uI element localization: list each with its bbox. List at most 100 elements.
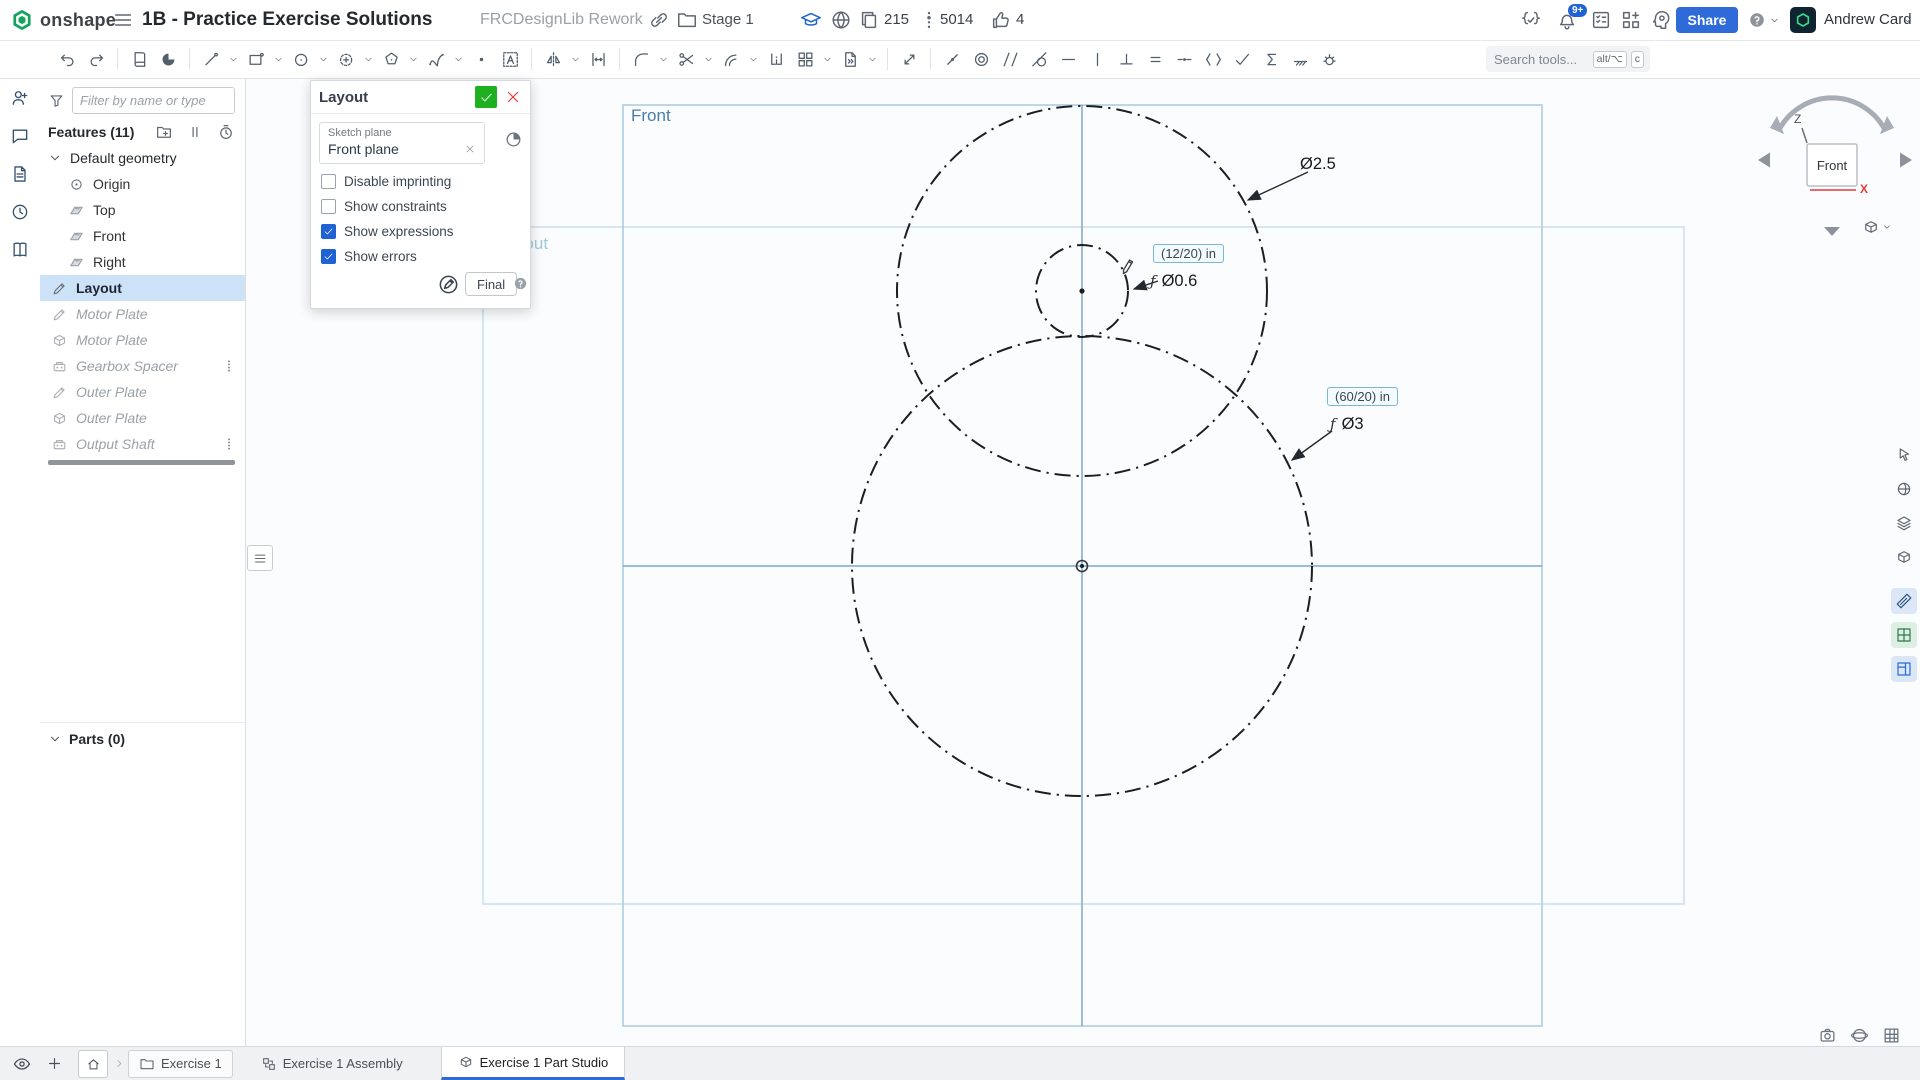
help-caret-icon[interactable] (1769, 15, 1780, 26)
sketch-plane-field[interactable]: Sketch plane Front plane (319, 122, 485, 164)
parts-chevron-icon[interactable] (48, 732, 62, 746)
likes-icon[interactable] (990, 9, 1012, 31)
view-cube[interactable]: Front Z X (1750, 86, 1920, 246)
commit-button[interactable] (475, 86, 497, 108)
history-button[interactable] (8, 200, 32, 224)
checkbox-show-errors[interactable]: Show errors (321, 249, 522, 264)
selection-pie-icon[interactable] (504, 130, 523, 149)
orbit-mode-button[interactable] (1850, 1026, 1869, 1045)
perpendicular-constraint[interactable] (1113, 45, 1139, 73)
apps-icon[interactable] (1620, 9, 1642, 31)
text-tool[interactable] (497, 45, 523, 73)
new-tab-button[interactable] (46, 1055, 63, 1072)
final-button[interactable]: Final (465, 272, 517, 296)
tool-search-input[interactable] (1492, 51, 1589, 68)
line-tool[interactable] (198, 45, 224, 73)
avatar[interactable] (1790, 7, 1816, 33)
feature-item-motor-plate[interactable]: Motor Plate (40, 301, 245, 327)
dimension-top-circle[interactable]: Ø2.5 (1300, 155, 1336, 174)
share-button[interactable]: Share (1676, 7, 1738, 33)
checkbox-box[interactable] (321, 249, 336, 264)
sketch-dialog-button[interactable] (126, 45, 152, 73)
dimension-tool[interactable] (585, 45, 611, 73)
feature-item-origin[interactable]: Origin (40, 171, 245, 197)
chevron-down-icon[interactable] (822, 54, 833, 65)
feature-item-outer-plate[interactable]: Outer Plate (40, 405, 245, 431)
onshape-wordmark[interactable]: onshape (40, 0, 116, 40)
chevron-down-icon[interactable] (748, 54, 759, 65)
display-states-button[interactable] (1891, 510, 1917, 536)
regeneration-time-icon[interactable] (217, 123, 235, 141)
onshape-logo-icon[interactable] (11, 9, 33, 31)
measure-panel-button[interactable] (1891, 588, 1917, 614)
checkbox-show-expressions[interactable]: Show expressions (321, 224, 522, 239)
assistant-icon[interactable] (1650, 9, 1672, 31)
public-icon[interactable] (830, 9, 852, 31)
symmetric-constraint[interactable] (1200, 45, 1226, 73)
views-icon[interactable] (918, 9, 940, 31)
chevron-down-icon[interactable] (363, 54, 374, 65)
feature-item-front[interactable]: Front (40, 223, 245, 249)
sketch-region-button[interactable] (155, 45, 181, 73)
chevron-down-icon[interactable] (273, 54, 284, 65)
snapshot-button[interactable] (1818, 1026, 1837, 1045)
tab-exercise-1-assembly[interactable]: Exercise 1 Assembly (247, 1047, 417, 1080)
fillet-tool[interactable] (628, 45, 654, 73)
polygon-tool[interactable] (378, 45, 404, 73)
stage-folder-icon[interactable] (676, 9, 698, 31)
cancel-button[interactable] (504, 88, 522, 106)
expression-small-circle[interactable]: (12/20) in (1153, 244, 1224, 263)
transform-tool[interactable] (896, 45, 922, 73)
feature-item-output-shaft[interactable]: Output Shaft (40, 431, 245, 457)
tasks-icon[interactable] (1590, 9, 1612, 31)
import-dxf-tool[interactable] (837, 45, 863, 73)
parallel-constraint[interactable] (997, 45, 1023, 73)
feature-item-gearbox-spacer[interactable]: Gearbox Spacer (40, 353, 245, 379)
circle-tool[interactable] (288, 45, 314, 73)
named-views-button[interactable] (1891, 544, 1917, 570)
circle-center-point[interactable] (1079, 288, 1084, 293)
checkbox-box[interactable] (321, 199, 336, 214)
copies-icon[interactable] (858, 9, 880, 31)
chevron-down-icon[interactable] (228, 54, 239, 65)
redo-button[interactable] (83, 45, 109, 73)
view-cube-front-face[interactable]: Front (1807, 144, 1857, 186)
equal-constraint[interactable] (1142, 45, 1168, 73)
pattern-tool[interactable] (792, 45, 818, 73)
concentric-constraint[interactable] (968, 45, 994, 73)
pierce-constraint[interactable] (1316, 45, 1342, 73)
chevron-down-icon[interactable] (658, 54, 669, 65)
chevron-down-icon[interactable] (408, 54, 419, 65)
vertical-constraint[interactable] (1084, 45, 1110, 73)
offset-tool[interactable] (718, 45, 744, 73)
share-users-button[interactable] (8, 86, 32, 110)
filter-icon[interactable] (48, 92, 65, 109)
expression-bottom-circle[interactable]: (60/20) in (1327, 387, 1398, 406)
fix-constraint[interactable] (1287, 45, 1313, 73)
checkbox-box[interactable] (321, 174, 336, 189)
feature-item-default-geometry[interactable]: Default geometry (40, 145, 245, 171)
section-view-button[interactable] (1891, 476, 1917, 502)
stage-label[interactable]: Stage 1 (702, 0, 754, 40)
point-tool[interactable] (468, 45, 494, 73)
feature-item-motor-plate[interactable]: Motor Plate (40, 327, 245, 353)
trim-tool[interactable] (673, 45, 699, 73)
main-menu-icon[interactable] (112, 9, 134, 31)
feature-filter-input[interactable] (72, 87, 235, 114)
tool-search[interactable]: alt/⌥ c (1486, 46, 1650, 72)
checkbox-box[interactable] (321, 224, 336, 239)
coincident-constraint[interactable] (939, 45, 965, 73)
dimension-small-circle[interactable]: ƒ Ø0.6 (1150, 272, 1197, 291)
rollback-handle-icon[interactable] (222, 436, 236, 452)
mirror-tool[interactable] (540, 45, 566, 73)
equation-constraint[interactable] (1258, 45, 1284, 73)
undo-button[interactable] (54, 45, 80, 73)
panel-layout-button[interactable] (1891, 656, 1917, 682)
view-modes-dropdown[interactable] (1862, 218, 1892, 236)
midpoint-constraint[interactable] (1171, 45, 1197, 73)
chevron-down-icon[interactable] (703, 54, 714, 65)
feature-item-layout[interactable]: Layout (40, 275, 245, 301)
help-icon[interactable] (1748, 11, 1766, 29)
tab-exercise-1[interactable]: Exercise 1 (128, 1050, 233, 1078)
center-circle-tool[interactable] (333, 45, 359, 73)
